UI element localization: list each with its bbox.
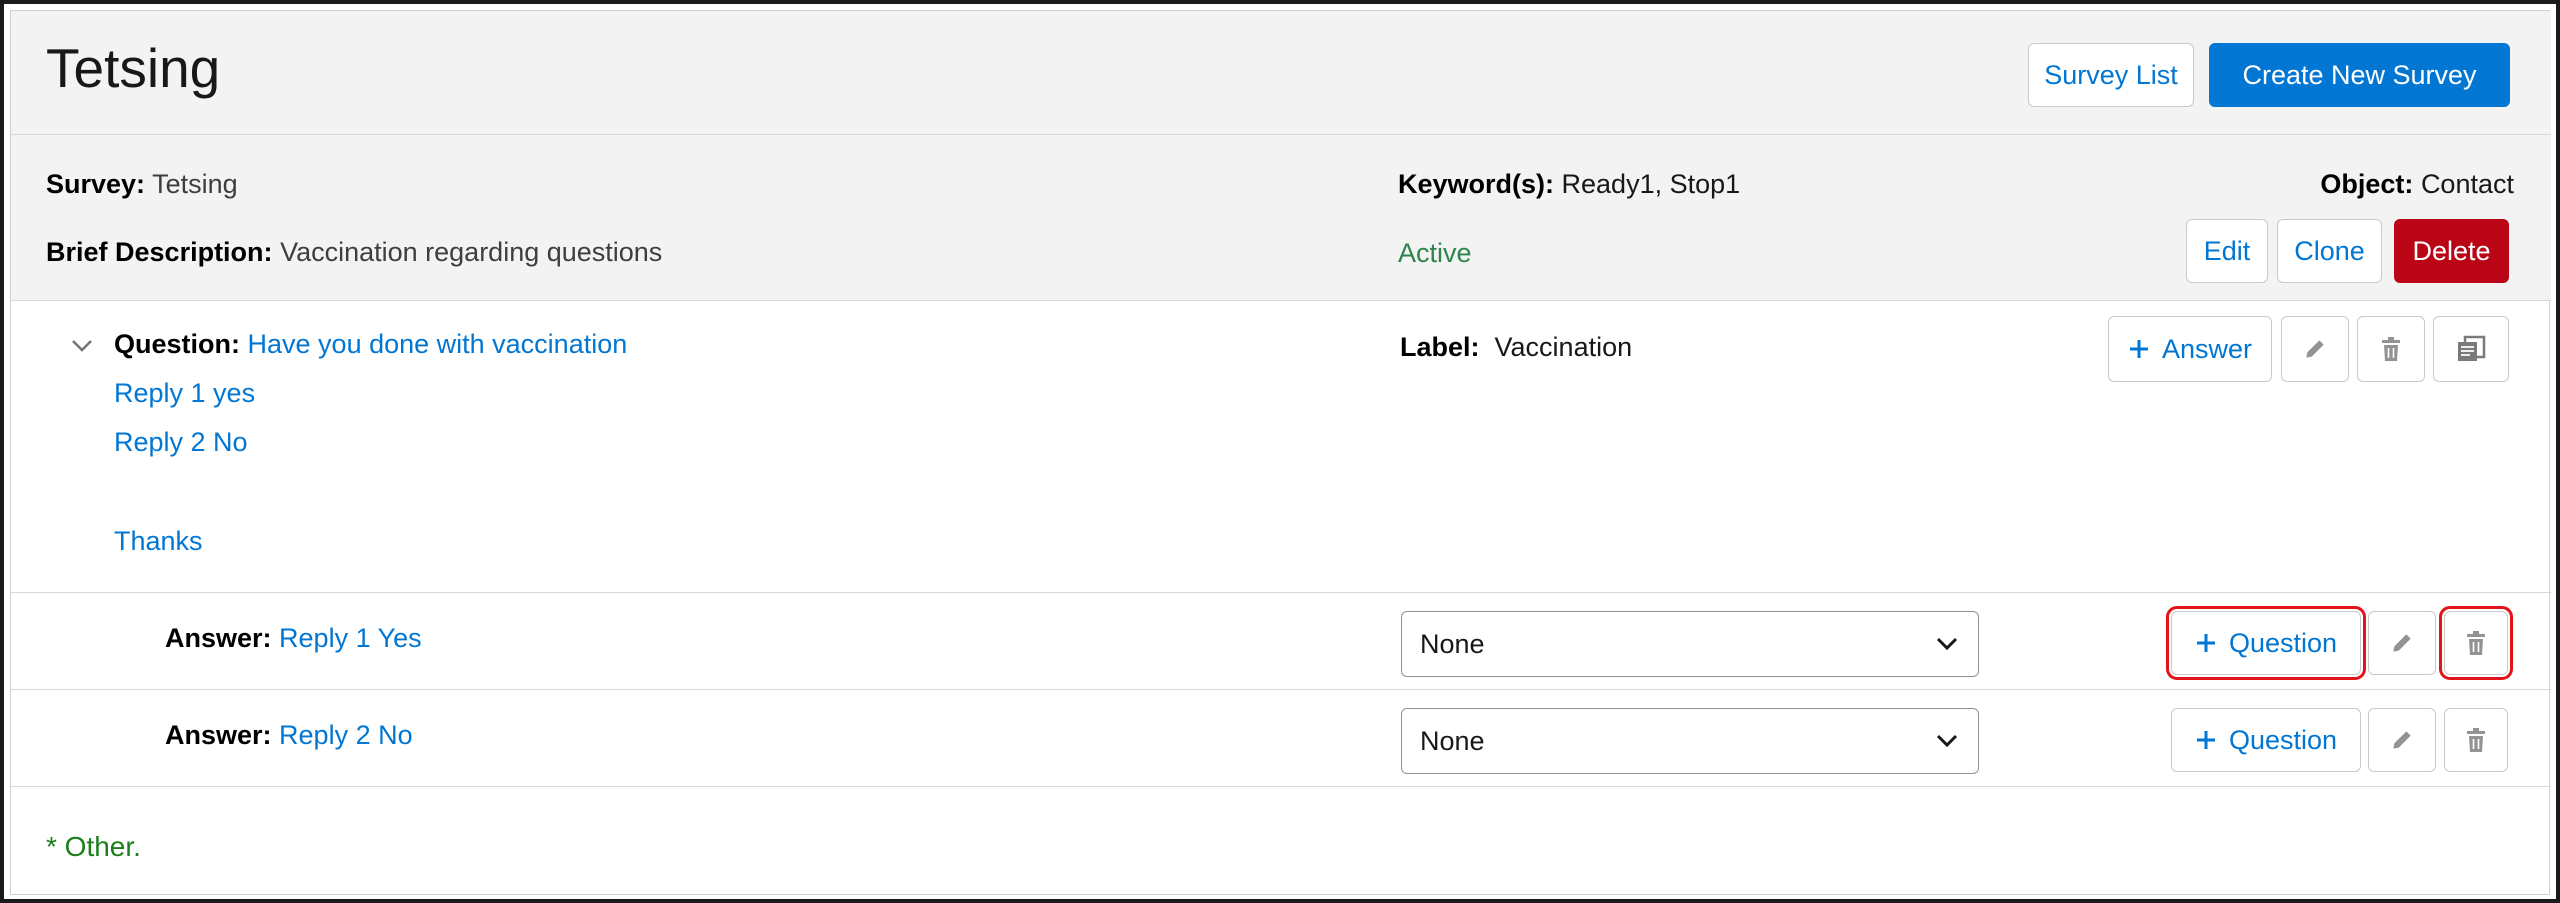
pencil-icon bbox=[2389, 727, 2415, 753]
keywords-field-value: Ready1, Stop1 bbox=[1561, 169, 1741, 199]
delete-answer-button[interactable] bbox=[2439, 606, 2513, 680]
answer-heading: Answer: Reply 1 Yes bbox=[165, 622, 422, 654]
create-new-survey-button[interactable]: Create New Survey bbox=[2209, 43, 2510, 107]
answer-row: Answer: Reply 1 Yes None Question bbox=[11, 593, 2551, 690]
chevron-down-icon[interactable] bbox=[71, 339, 93, 353]
chevron-down-icon bbox=[1936, 637, 1958, 651]
trash-icon bbox=[2464, 630, 2488, 656]
answer-text[interactable]: Reply 1 Yes bbox=[279, 623, 422, 653]
answer-label: Answer: bbox=[165, 623, 272, 653]
keywords-field: Keyword(s): Ready1, Stop1 bbox=[1398, 168, 1740, 200]
status-badge: Active bbox=[1398, 238, 1472, 268]
answer-heading: Answer: Reply 2 No bbox=[165, 719, 413, 751]
delete-question-button[interactable] bbox=[2357, 316, 2425, 382]
survey-field-label: Survey: bbox=[46, 169, 146, 199]
survey-field: Survey: Tetsing bbox=[46, 168, 238, 200]
answer-next-select[interactable]: None bbox=[1401, 611, 1979, 677]
copy-question-button[interactable] bbox=[2433, 316, 2509, 382]
question-line: Thanks bbox=[114, 526, 203, 556]
delete-answer-button[interactable] bbox=[2444, 708, 2508, 772]
question-section: Question: Have you done with vaccination… bbox=[11, 301, 2551, 593]
survey-list-button[interactable]: Survey List bbox=[2028, 43, 2194, 107]
edit-answer-button[interactable] bbox=[2368, 611, 2436, 675]
question-heading: Question: Have you done with vaccination bbox=[114, 328, 627, 360]
add-question-label: Question bbox=[2228, 724, 2338, 755]
answer-next-select-value: None bbox=[1420, 725, 1485, 756]
pencil-icon bbox=[2302, 336, 2328, 362]
delete-button[interactable]: Delete bbox=[2394, 219, 2509, 283]
question-label-field-value: Vaccination bbox=[1494, 332, 1633, 362]
trash-icon bbox=[2464, 727, 2488, 753]
plus-icon bbox=[2128, 338, 2150, 360]
survey-field-value: Tetsing bbox=[152, 169, 238, 199]
keywords-field-label: Keyword(s): bbox=[1398, 169, 1555, 199]
clone-button[interactable]: Clone bbox=[2277, 219, 2382, 283]
pencil-icon bbox=[2389, 630, 2415, 656]
description-field: Brief Description: Vaccination regarding… bbox=[46, 236, 662, 268]
description-field-label: Brief Description: bbox=[46, 237, 273, 267]
edit-answer-button[interactable] bbox=[2368, 708, 2436, 772]
add-answer-label: Answer bbox=[2161, 333, 2253, 364]
page-header: Tetsing Survey List Create New Survey bbox=[11, 11, 2551, 135]
survey-summary: Survey: Tetsing Keyword(s): Ready1, Stop… bbox=[11, 135, 2551, 301]
add-question-button[interactable]: Question bbox=[2166, 606, 2366, 680]
answer-next-select-value: None bbox=[1420, 628, 1485, 659]
plus-icon bbox=[2195, 632, 2217, 654]
question-line: Reply 1 yes bbox=[114, 378, 256, 408]
object-field-label: Object: bbox=[2320, 169, 2414, 199]
add-question-button[interactable]: Question bbox=[2171, 708, 2361, 772]
answer-text[interactable]: Reply 2 No bbox=[279, 720, 413, 750]
object-field-value: Contact bbox=[2420, 169, 2514, 199]
question-text[interactable]: Have you done with vaccination bbox=[248, 329, 628, 359]
answer-label: Answer: bbox=[165, 720, 272, 750]
chevron-down-icon bbox=[1936, 734, 1958, 748]
question-label-field: Label: Vaccination bbox=[1400, 331, 1632, 363]
screenshot-frame: Tetsing Survey List Create New Survey Su… bbox=[0, 0, 2560, 903]
edit-button[interactable]: Edit bbox=[2186, 219, 2268, 283]
question-label: Question: bbox=[114, 329, 240, 359]
add-question-label: Question bbox=[2228, 627, 2338, 658]
question-line: Reply 2 No bbox=[114, 427, 248, 457]
question-label-field-label: Label: bbox=[1400, 332, 1480, 362]
other-option[interactable]: * Other. bbox=[46, 830, 141, 864]
page-title: Tetsing bbox=[46, 37, 221, 99]
answer-next-select[interactable]: None bbox=[1401, 708, 1979, 774]
survey-panel: Tetsing Survey List Create New Survey Su… bbox=[10, 10, 2551, 895]
edit-question-button[interactable] bbox=[2281, 316, 2349, 382]
object-field: Object: Contact bbox=[2320, 168, 2514, 200]
copy-icon bbox=[2456, 335, 2486, 363]
plus-icon bbox=[2195, 729, 2217, 751]
add-answer-button[interactable]: Answer bbox=[2108, 316, 2272, 382]
trash-icon bbox=[2379, 336, 2403, 362]
description-field-value: Vaccination regarding questions bbox=[280, 237, 663, 267]
answer-row: Answer: Reply 2 No None Question bbox=[11, 690, 2551, 787]
